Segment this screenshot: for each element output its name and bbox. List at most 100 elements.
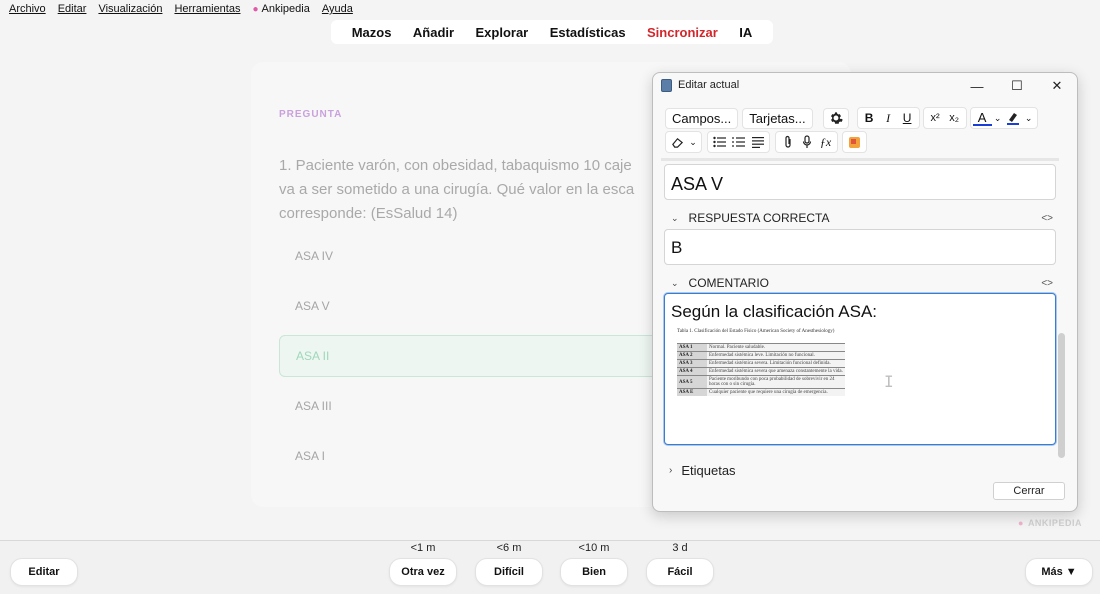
text-color-icon[interactable]: A [972, 110, 992, 126]
table-cell: Normal. Paciente saludable. [707, 343, 845, 352]
nav-sincronizar[interactable]: Sincronizar [647, 25, 718, 40]
interval-again: <1 m [410, 542, 436, 554]
table-cell: ASA 2 [677, 351, 707, 360]
option-4[interactable]: ASA III [279, 385, 659, 427]
interval-good: <10 m [578, 542, 610, 554]
media-group: ƒx [775, 131, 838, 153]
format-group: B I U [856, 107, 920, 129]
brain-icon: ● [252, 3, 259, 15]
nav-mazos[interactable]: Mazos [352, 25, 392, 40]
bullet-list-icon[interactable] [710, 132, 729, 152]
brain-icon: ● [1018, 518, 1024, 528]
menu-ankipedia[interactable]: ● Ankipedia [252, 3, 309, 15]
asa-classification-table: ASA 1 Normal. Paciente saludable. ASA 2 En… [677, 343, 845, 396]
again-button[interactable]: Otra vez [389, 558, 457, 586]
editor-toolbar-row2: ⌄ ƒx [665, 131, 867, 153]
tags-toggle[interactable]: › Etiquetas [669, 463, 736, 478]
table-row: ASA 2 Enfermedad sistémica leve. Limitaci… [677, 351, 845, 360]
table-cell: Cualquier paciente que requiere una ciru… [707, 388, 845, 396]
table-caption: Tabla 1. Clasificación del Estado Físico… [677, 329, 835, 334]
superscript-button[interactable]: x² [926, 108, 945, 128]
edit-button[interactable]: Editar [10, 558, 78, 586]
align-icon[interactable] [748, 132, 767, 152]
field-name: COMENTARIO [688, 276, 769, 290]
menu-visualizacion[interactable]: Visualización [98, 3, 162, 15]
nav-ia[interactable]: IA [739, 25, 752, 40]
option-2[interactable]: ASA V [279, 285, 659, 327]
table-cell: ASA E [677, 388, 707, 396]
prev-field-editor[interactable]: ASA V [664, 164, 1056, 200]
chevron-right-icon: › [669, 465, 673, 476]
paperclip-icon[interactable] [778, 132, 797, 152]
italic-button[interactable]: I [879, 108, 898, 128]
script-group: x² x₂ [922, 107, 967, 129]
easy-button[interactable]: Fácil [646, 558, 714, 586]
html-editor-icon[interactable]: <> [1041, 278, 1053, 289]
table-cell: Enfermedad sistémica severa. Limitación … [707, 359, 845, 368]
watermark-text: ANKIPEDIA [1027, 518, 1082, 528]
clear-group: ⌄ [665, 131, 702, 153]
menu-ankipedia-label: Ankipedia [261, 3, 310, 15]
editor-toolbar-row1: Campos... Tarjetas... B I U x² x₂ A ⌄ ⌄ [665, 107, 1038, 129]
menu-editar[interactable]: Editar [58, 3, 87, 15]
prev-field-value: ASA V [671, 174, 724, 194]
bold-button[interactable]: B [860, 108, 879, 128]
option-5[interactable]: ASA I [279, 435, 659, 477]
option-1[interactable]: ASA IV [279, 235, 659, 277]
option-3-selected[interactable]: ASA II [279, 335, 659, 377]
main-nav: Mazos Añadir Explorar Estadísticas Sincr… [331, 20, 773, 44]
cards-button[interactable]: Tarjetas... [742, 107, 813, 129]
color-group: A ⌄ ⌄ [969, 107, 1038, 129]
html-editor-icon[interactable]: <> [1041, 213, 1053, 224]
bottom-bar [0, 540, 1100, 594]
menu-ayuda[interactable]: Ayuda [322, 3, 353, 15]
menu-herramientas[interactable]: Herramientas [174, 3, 240, 15]
interval-hard: <6 m [496, 542, 522, 554]
table-cell: ASA 3 [677, 359, 707, 368]
gear-icon[interactable] [822, 107, 849, 129]
good-button[interactable]: Bien [560, 558, 628, 586]
dialog-scrollbar[interactable] [1058, 333, 1065, 458]
maximize-icon[interactable]: ☐ [1007, 76, 1027, 96]
addon-group [842, 131, 867, 153]
field-header-comentario[interactable]: ⌄ COMENTARIO [671, 276, 769, 290]
microphone-icon[interactable] [797, 132, 816, 152]
table-cell: ASA 1 [677, 343, 707, 352]
field-header-respuesta[interactable]: ⌄ RESPUESTA CORRECTA [671, 211, 829, 225]
subscript-button[interactable]: x₂ [945, 108, 964, 128]
interval-easy: 3 d [672, 542, 688, 554]
nav-anadir[interactable]: Añadir [413, 25, 454, 40]
nav-explorar[interactable]: Explorar [476, 25, 529, 40]
nav-estadisticas[interactable]: Estadísticas [550, 25, 626, 40]
menu-archivo[interactable]: Archivo [9, 3, 46, 15]
more-button[interactable]: Más ▼ [1025, 558, 1093, 586]
fields-button[interactable]: Campos... [665, 107, 739, 129]
numbered-list-icon[interactable] [729, 132, 748, 152]
table-cell: Enfermedad sistémica leve. Limitación no… [707, 351, 845, 360]
table-cell: ASA 4 [677, 367, 707, 376]
close-button[interactable]: Cerrar [993, 482, 1065, 500]
chevron-down-icon: ⌄ [671, 212, 679, 223]
respuesta-field-editor[interactable]: B [664, 229, 1056, 265]
chevron-down-icon[interactable]: ⌄ [687, 132, 699, 152]
highlight-color-icon[interactable] [1004, 108, 1023, 128]
chevron-down-icon[interactable]: ⌄ [1023, 108, 1035, 128]
eraser-icon[interactable] [668, 132, 687, 152]
question-text: 1. Paciente varón, con obesidad, tabaqui… [279, 157, 635, 222]
menu-bar: Archivo Editar Visualización Herramienta… [0, 0, 1100, 18]
list-group [707, 131, 770, 153]
edit-current-dialog: Editar actual — ☐ ✕ Campos... Tarjetas..… [652, 72, 1078, 512]
table-row: ASA 1 Normal. Paciente saludable. [677, 343, 845, 352]
image-occlusion-icon[interactable] [845, 132, 864, 152]
formula-icon[interactable]: ƒx [816, 132, 835, 152]
chevron-down-icon[interactable]: ⌄ [992, 108, 1004, 128]
close-icon[interactable]: ✕ [1047, 76, 1067, 96]
hard-button[interactable]: Difícil [475, 558, 543, 586]
text-cursor-icon: I [884, 372, 894, 391]
minimize-icon[interactable]: — [967, 76, 987, 96]
dialog-titlebar[interactable]: Editar actual — ☐ ✕ [653, 73, 1077, 99]
underline-button[interactable]: U [898, 108, 917, 128]
anki-app-icon [661, 79, 672, 92]
fields-scroll-area[interactable]: ASA V ⌄ RESPUESTA CORRECTA <> B ⌄ COMENT… [661, 158, 1059, 458]
comentario-field-editor[interactable]: Según la clasificación ASA: Tabla 1. Cla… [664, 293, 1056, 445]
